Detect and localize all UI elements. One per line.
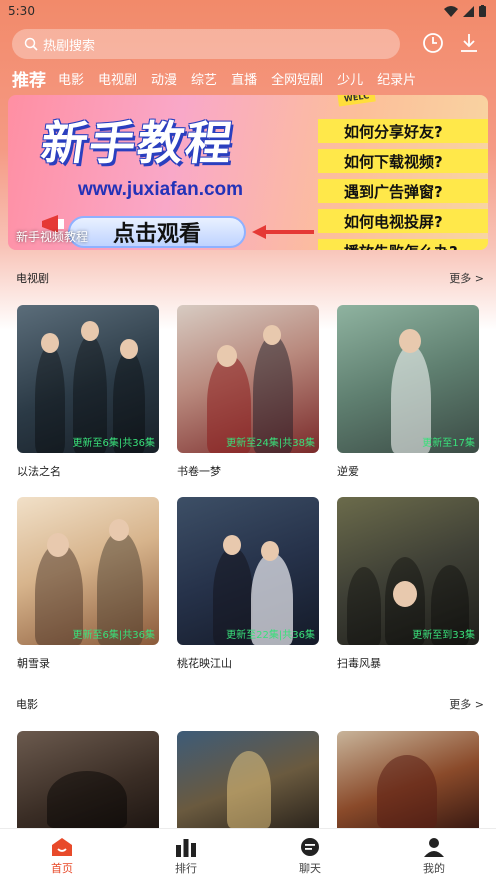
tab-anime[interactable]: 动漫 [151,69,177,88]
status-bar: 5:30 [0,0,496,22]
status-time: 5:30 [8,4,35,18]
signal-icon [463,5,474,17]
arrow-left-icon [252,225,314,239]
tab-movie[interactable]: 电影 [58,69,84,88]
card-title: 以法之名 [17,465,61,478]
tab-documentary[interactable]: 纪录片 [377,69,416,88]
search-row: 热剧搜索 [12,29,488,59]
watch-now-button[interactable]: 点击观看 [68,216,246,248]
faq-item: 如何分享好友? [318,119,488,143]
wifi-icon [444,5,458,17]
faq-item: 遇到广告弹窗? [318,179,488,203]
section-title: 电影 [16,698,38,711]
poster-image: 更新至22集|共36集 [177,497,319,645]
nav-chat[interactable]: 聊天 [248,829,372,882]
card-title: 逆爱 [337,465,359,478]
episode-badge: 更新至6集|共36集 [72,630,155,641]
video-card[interactable]: 更新至24集|共38集 书卷一梦 [177,305,319,479]
banner-url: www.juxiafan.com [78,179,244,200]
video-card[interactable] [337,731,479,828]
section-title: 电视剧 [16,272,49,285]
search-input[interactable]: 热剧搜索 [12,29,400,59]
home-icon [52,838,72,856]
poster-image: 更新至17集 [337,305,479,453]
poster-image: 更新至24集|共38集 [177,305,319,453]
tab-short-drama[interactable]: 全网短剧 [271,69,323,88]
more-link[interactable]: 更多 > [449,696,484,712]
poster-image: 更新至6集|共36集 [17,305,159,453]
chat-icon [301,838,319,856]
faq-item: 如何下载视频? [318,149,488,173]
nav-label: 首页 [51,862,73,875]
card-title: 书卷一梦 [177,465,221,478]
nav-home[interactable]: 首页 [0,829,124,882]
history-icon[interactable] [422,32,444,54]
search-icon [24,37,38,51]
episode-badge: 更新至6集|共36集 [72,438,155,449]
video-card[interactable]: 更新至6集|共36集 以法之名 [17,305,159,479]
banner-welcome: WELC [337,95,376,107]
poster-image [177,731,319,828]
section-header-movie: 电影 更多 > [16,695,484,713]
tab-variety[interactable]: 综艺 [191,69,217,88]
faq-item: 如何电视投屏? [318,209,488,233]
episode-badge: 更新至到33集 [412,630,475,641]
nav-label: 我的 [423,862,445,875]
poster-image: 更新至6集|共36集 [17,497,159,645]
card-title: 朝雪录 [17,657,50,670]
profile-icon [424,838,444,857]
video-card[interactable]: 更新至17集 逆爱 [337,305,479,479]
more-link[interactable]: 更多 > [449,270,484,286]
nav-ranking[interactable]: 排行 [124,829,248,882]
poster-image [17,731,159,828]
tab-kids[interactable]: 少儿 [337,69,363,88]
poster-image [337,731,479,828]
ranking-icon [176,839,196,857]
card-title: 桃花映江山 [177,657,232,670]
status-icons [444,5,486,17]
nav-label: 排行 [175,862,197,875]
episode-badge: 更新至24集|共38集 [226,438,315,449]
episode-badge: 更新至17集 [422,438,475,449]
card-title: 扫毒风暴 [337,657,381,670]
faq-item: 播放失败怎么办? [318,239,488,250]
video-card[interactable] [177,731,319,828]
video-card[interactable]: 更新至22集|共36集 桃花映江山 [177,497,319,671]
banner-title: 新手教程 [37,116,238,170]
bottom-nav: 首页 排行 聊天 我的 [0,828,496,882]
poster-image: 更新至到33集 [337,497,479,645]
video-card[interactable] [17,731,159,828]
battery-icon [479,5,486,17]
nav-label: 聊天 [299,862,321,875]
promo-banner[interactable]: 新手教程 www.juxiafan.com 点击观看 新手视频教程 WELC 如… [8,95,488,250]
nav-profile[interactable]: 我的 [372,829,496,882]
banner-tag: 新手视频教程 [16,230,89,244]
search-placeholder: 热剧搜索 [43,38,96,54]
tab-recommend[interactable]: 推荐 [12,66,46,91]
episode-badge: 更新至22集|共36集 [226,630,315,641]
tab-live[interactable]: 直播 [231,69,257,88]
video-card[interactable]: 更新至6集|共36集 朝雪录 [17,497,159,671]
video-card[interactable]: 更新至到33集 扫毒风暴 [337,497,479,671]
section-header-tv: 电视剧 更多 > [16,269,484,287]
category-tabs: 推荐 电影 电视剧 动漫 综艺 直播 全网短剧 少儿 纪录片 [12,66,430,91]
download-icon[interactable] [458,32,480,54]
tab-tv[interactable]: 电视剧 [98,69,137,88]
